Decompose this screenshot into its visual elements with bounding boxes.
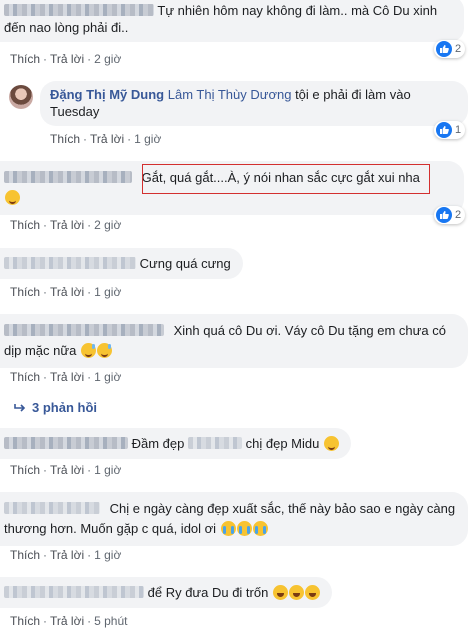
like-link[interactable]: Thích [10, 614, 40, 628]
redacted-author-name [4, 324, 164, 336]
reply-link[interactable]: Trả lời [90, 132, 124, 146]
like-link[interactable]: Thích [10, 285, 40, 299]
comment-actions-8: Thích · Trả lời · 5 phút [10, 614, 128, 628]
avatar[interactable] [9, 85, 33, 109]
reply-arrow-icon [14, 403, 26, 412]
crying-emoji [220, 521, 236, 536]
smile-emoji [5, 190, 20, 205]
reaction-count-1[interactable]: 2 [434, 40, 466, 58]
comment-bubble-6: Đầm đẹp chị đẹp Midu [0, 428, 351, 459]
timestamp[interactable]: 2 giờ [94, 218, 121, 232]
comment-actions-4: Thích · Trả lời · 1 giờ [10, 285, 122, 299]
laughing-emoji [288, 585, 304, 600]
comment-bubble-5: Xinh quá cô Du ơi. Váy cô Du tặng em chư… [0, 314, 468, 368]
view-replies-link[interactable]: 3 phản hồi [14, 400, 97, 415]
wink-emoji [323, 436, 339, 451]
comment-text: để Ry đưa Du đi trốn [147, 585, 269, 600]
comment-bubble-7: Chị e ngày càng đẹp xuất sắc, thế này bả… [0, 492, 468, 546]
comment-text-part1: Đầm đẹp [131, 436, 185, 451]
comment-bubble-4: Cưng quá cưng [0, 248, 243, 279]
comment-bubble-2: Đặng Thị Mỹ Dung Lâm Thị Thùy Dương tội … [40, 81, 468, 126]
comment-actions-3: Thích · Trả lời · 2 giờ [10, 218, 122, 232]
reply-link[interactable]: Trả lời [50, 370, 84, 384]
like-icon [436, 122, 452, 138]
redacted-text [188, 437, 242, 449]
comment-actions-1: Thích · Trả lời · 2 giờ [10, 52, 122, 66]
reply-link[interactable]: Trả lời [50, 614, 84, 628]
crying-emoji [236, 521, 252, 536]
like-link[interactable]: Thích [10, 218, 40, 232]
comment-bubble-1: Tự nhiên hôm nay không đi làm.. mà Cô Du… [0, 0, 464, 42]
comment-text: Cưng quá cưng [139, 256, 231, 271]
redacted-author-name [4, 502, 100, 514]
laughing-emoji [272, 585, 288, 600]
mention-link[interactable]: Lâm Thị Thùy Dương [168, 87, 292, 102]
timestamp[interactable]: 5 phút [94, 614, 127, 628]
reply-link[interactable]: Trả lời [50, 463, 84, 477]
like-link[interactable]: Thích [10, 52, 40, 66]
replies-count: 3 phản hồi [32, 400, 97, 415]
timestamp[interactable]: 1 giờ [94, 463, 121, 477]
comment-actions-6: Thích · Trả lời · 1 giờ [10, 463, 122, 477]
like-icon [436, 207, 452, 223]
comment-text-part2: chị đẹp Midu [245, 436, 320, 451]
redacted-author-name [4, 586, 144, 598]
reaction-count-2[interactable]: 1 [434, 121, 466, 139]
laughing-emoji [304, 585, 320, 600]
timestamp[interactable]: 1 giờ [94, 285, 121, 299]
comment-bubble-3: Gắt, quá gắt....À, ý nói nhan sắc cực gắ… [0, 161, 464, 215]
like-link[interactable]: Thích [50, 132, 80, 146]
redacted-author-name [4, 4, 154, 16]
comment-author[interactable]: Đặng Thị Mỹ Dung [50, 87, 164, 102]
sweat-smile-emoji [80, 343, 96, 358]
comment-bubble-8: để Ry đưa Du đi trốn [0, 577, 332, 608]
like-icon [436, 41, 452, 57]
timestamp[interactable]: 2 giờ [94, 52, 121, 66]
redacted-author-name [4, 437, 128, 449]
comment-text: Gắt, quá gắt....À, ý nói nhan sắc cực gắ… [141, 170, 420, 185]
redacted-author-name [4, 257, 136, 269]
reply-link[interactable]: Trả lời [50, 52, 84, 66]
sweat-smile-emoji [96, 343, 112, 358]
comment-actions-5: Thích · Trả lời · 1 giờ [10, 370, 122, 384]
reaction-count-3[interactable]: 2 [434, 206, 466, 224]
comment-actions-7: Thích · Trả lời · 1 giờ [10, 548, 122, 562]
reply-link[interactable]: Trả lời [50, 285, 84, 299]
timestamp[interactable]: 1 giờ [134, 132, 161, 146]
reply-link[interactable]: Trả lời [50, 548, 84, 562]
like-link[interactable]: Thích [10, 463, 40, 477]
like-link[interactable]: Thích [10, 370, 40, 384]
comment-actions-2: Thích · Trả lời · 1 giờ [50, 132, 162, 146]
timestamp[interactable]: 1 giờ [94, 370, 121, 384]
like-link[interactable]: Thích [10, 548, 40, 562]
reply-link[interactable]: Trả lời [50, 218, 84, 232]
timestamp[interactable]: 1 giờ [94, 548, 121, 562]
crying-emoji [252, 521, 268, 536]
redacted-author-name [4, 171, 132, 183]
